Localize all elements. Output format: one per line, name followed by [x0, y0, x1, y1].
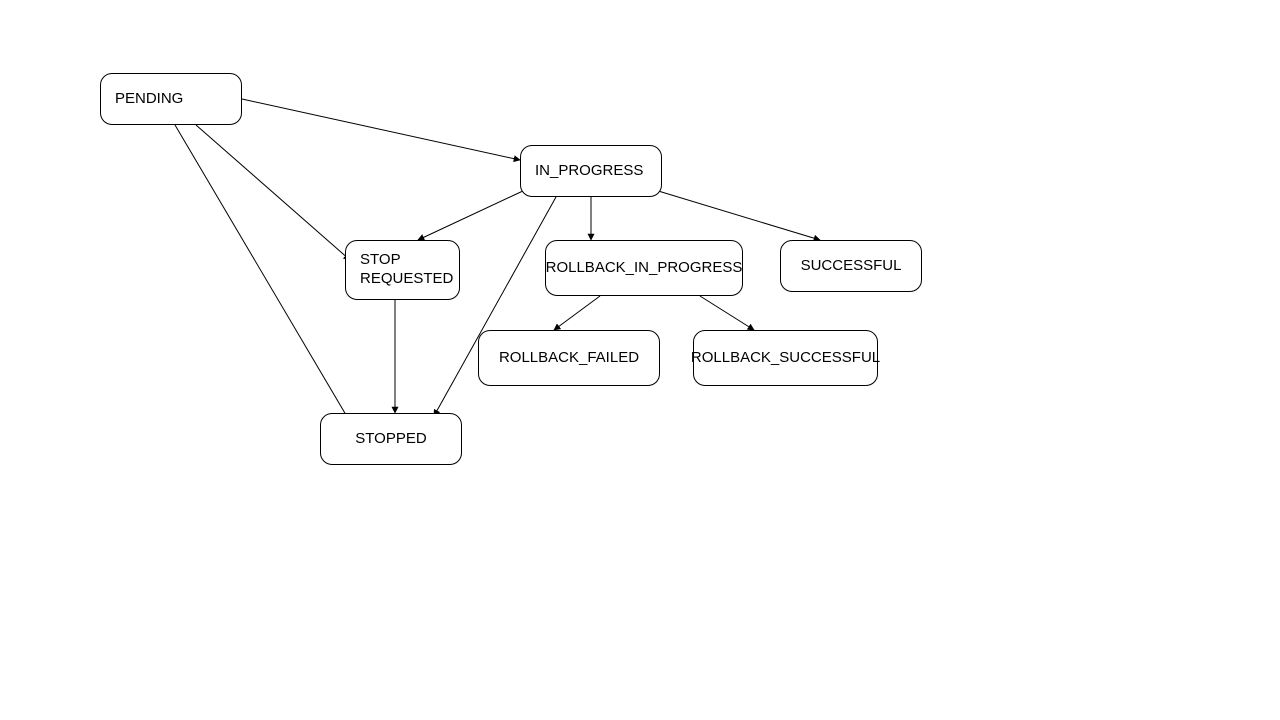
state-rollback-failed: ROLLBACK_FAILED: [478, 330, 660, 386]
state-rollback-successful: ROLLBACK_SUCCESSFUL: [693, 330, 878, 386]
edge-pending-to-stop_requested: [196, 125, 350, 260]
state-stop-requested: STOP REQUESTED: [345, 240, 460, 300]
state-label: SUCCESSFUL: [801, 257, 902, 276]
state-stopped: STOPPED: [320, 413, 462, 465]
state-successful: SUCCESSFUL: [780, 240, 922, 292]
edge-in_progress-to-stop_requested: [418, 190, 525, 240]
state-label: STOPPED: [355, 430, 426, 449]
edge-pending-to-in_progress: [242, 99, 520, 160]
edge-pending-to-stopped: [175, 125, 349, 420]
state-label: ROLLBACK_FAILED: [499, 349, 639, 368]
edge-rollback_in_progress-to-rollback_successful: [700, 296, 754, 330]
edge-in_progress-to-successful: [655, 190, 820, 240]
state-rollback-in-progress: ROLLBACK_IN_PROGRESS: [545, 240, 743, 296]
state-label: PENDING: [115, 90, 183, 109]
state-in-progress: IN_PROGRESS: [520, 145, 662, 197]
state-pending: PENDING: [100, 73, 242, 125]
state-label: ROLLBACK_IN_PROGRESS: [546, 259, 743, 278]
diagram-canvas: PENDING IN_PROGRESS STOP REQUESTED ROLLB…: [0, 0, 1280, 720]
state-label: ROLLBACK_SUCCESSFUL: [691, 349, 880, 368]
state-label: IN_PROGRESS: [535, 162, 643, 181]
edge-rollback_in_progress-to-rollback_failed: [554, 296, 600, 330]
state-label: STOP REQUESTED: [360, 251, 453, 289]
